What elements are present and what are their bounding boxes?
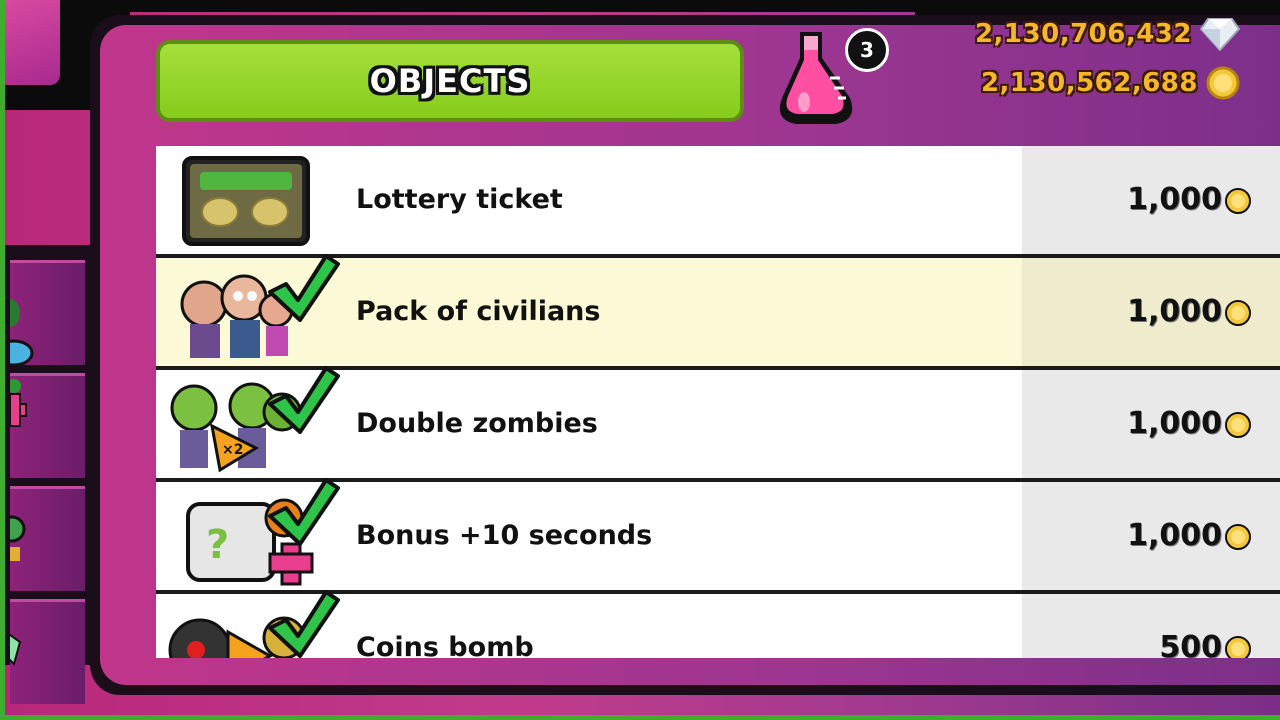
coin-icon — [1225, 300, 1251, 326]
item-price: 1,000 — [1127, 182, 1222, 217]
coin-icon — [1206, 66, 1240, 100]
page-title: OBJECTS — [369, 62, 531, 100]
diamond-balance: 2,130,706,432 — [975, 14, 1240, 54]
category-tab-1[interactable] — [0, 260, 85, 367]
pink-cross-icon — [3, 379, 27, 427]
item-price: 500 — [1159, 630, 1222, 658]
item-name: Bonus +10 seconds — [356, 520, 653, 551]
svg-text:?: ? — [206, 522, 229, 568]
coin-icon — [1225, 636, 1251, 658]
item-name: Pack of civilians — [356, 296, 601, 327]
item-name: Lottery ticket — [356, 184, 563, 215]
category-tab-2[interactable] — [3, 373, 85, 478]
diamond-count: 2,130,706,432 — [974, 19, 1192, 49]
object-list[interactable]: Lottery ticket 1,000 Pack of civilians 1… — [156, 146, 1280, 658]
blue-disc-icon — [0, 299, 34, 367]
list-item[interactable]: ? Bonus +10 seconds 1,000 — [156, 478, 1280, 590]
top-strip — [95, 0, 925, 12]
list-item[interactable]: Lottery ticket 1,000 — [156, 146, 1280, 254]
owned-check-icon — [268, 478, 340, 546]
item-price: 1,000 — [1127, 406, 1222, 441]
coin-icon — [1225, 412, 1251, 438]
item-name: Coins bomb — [356, 632, 534, 658]
svg-text:×2: ×2 — [222, 442, 243, 458]
screen-edge-bottom — [0, 715, 1280, 720]
list-item[interactable]: Pack of civilians 1,000 — [156, 254, 1280, 366]
gem-tab-icon — [0, 630, 22, 666]
owned-check-icon — [268, 254, 340, 322]
owned-check-icon — [268, 366, 340, 434]
coin-icon — [1225, 524, 1251, 550]
flask-count-badge: 3 — [845, 28, 889, 72]
coin-count: 2,130,562,688 — [980, 68, 1198, 98]
owned-check-icon — [268, 590, 340, 658]
shop-title-bar: OBJECTS — [156, 40, 744, 122]
category-tab-3[interactable] — [0, 486, 85, 591]
lottery-ticket-icon — [182, 156, 310, 246]
category-tabs — [0, 245, 93, 704]
list-item[interactable]: Coins bomb 500 — [156, 590, 1280, 658]
item-price: 1,000 — [1127, 294, 1222, 329]
coin-balance: 2,130,562,688 — [981, 63, 1240, 103]
back-tab[interactable] — [5, 0, 60, 85]
list-item[interactable]: ×2 Double zombies 1,000 — [156, 366, 1280, 478]
diamond-icon — [1200, 18, 1240, 51]
green-item-icon — [0, 515, 26, 561]
flask-count: 3 — [860, 38, 874, 62]
category-tab-4[interactable] — [0, 599, 85, 704]
item-name: Double zombies — [356, 408, 598, 439]
item-price: 1,000 — [1127, 518, 1222, 553]
coin-icon — [1225, 188, 1251, 214]
